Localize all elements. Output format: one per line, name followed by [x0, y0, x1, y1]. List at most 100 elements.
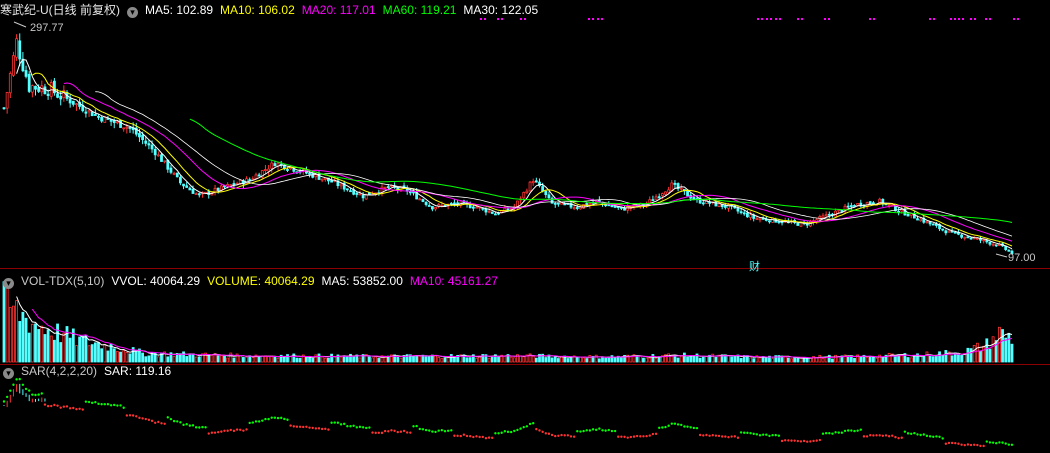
volume-bar: [906, 357, 910, 363]
volume-bar: [311, 357, 315, 363]
sar-dot: [431, 430, 434, 433]
candle: [610, 204, 614, 208]
sar-dot: [547, 432, 551, 435]
candle: [484, 208, 488, 213]
candle: [308, 172, 311, 175]
volume-bar: [241, 357, 245, 363]
volume-bar: [972, 345, 976, 363]
volume-bar: [330, 353, 334, 363]
sar-dot: [629, 435, 633, 439]
candle: [777, 221, 781, 223]
candle: [919, 218, 923, 222]
chevron-down-icon[interactable]: ▾: [3, 368, 14, 379]
volume-bar: [579, 356, 582, 363]
candle: [742, 212, 746, 215]
high-price-label: 297.77: [30, 22, 64, 34]
ma5-value: MA5: 102.89: [145, 3, 214, 17]
sar-dot: [72, 406, 75, 410]
sar-dot: [415, 424, 418, 428]
candle: [345, 188, 349, 191]
sar-dot: [623, 435, 626, 439]
sar-dot: [601, 429, 604, 432]
volume-bar: [93, 342, 97, 363]
sar-dot: [100, 403, 103, 406]
candle: [34, 85, 37, 90]
sar-dot: [475, 435, 478, 438]
sar-dot: [891, 434, 894, 437]
volume-bar: [475, 357, 478, 363]
sar-dot: [995, 442, 998, 445]
volume-bar: [27, 332, 31, 363]
sar-dot: [610, 429, 614, 433]
stock-chart[interactable]: 297.77 97.00 财: [0, 0, 1050, 453]
volume-bar: [314, 354, 318, 363]
sar-dot: [188, 424, 192, 427]
candle: [557, 202, 560, 205]
volume-bar: [327, 357, 330, 363]
volume-bar: [264, 355, 267, 363]
volume-bar: [667, 353, 671, 363]
sar-dot: [138, 416, 141, 420]
sar-dot: [116, 404, 119, 407]
volume-bar: [53, 339, 56, 363]
sar-dot: [172, 419, 176, 423]
sar-dot: [544, 432, 547, 435]
candle: [30, 85, 34, 93]
volume-bar: [739, 358, 743, 363]
volume-bar: [276, 357, 280, 363]
volume-bar: [449, 354, 453, 363]
candle: [553, 202, 557, 205]
sar-dot: [24, 387, 28, 391]
sar-dot: [443, 430, 447, 433]
sar-dot: [916, 433, 919, 436]
candle: [434, 206, 437, 210]
sar-panel[interactable]: [2, 377, 1014, 448]
sar-dot: [998, 441, 1001, 444]
ma60-value: MA60: 119.21: [382, 3, 457, 17]
sar-dot: [777, 434, 781, 437]
sar-dot: [821, 432, 825, 435]
sar-dot: [28, 389, 31, 392]
volume-bar: [282, 356, 286, 363]
signal-marker: [933, 18, 935, 20]
sar-dot: [595, 428, 598, 432]
volume-bar: [975, 342, 979, 363]
volume-bar: [846, 356, 850, 363]
candle: [572, 207, 576, 210]
volume-bar: [960, 355, 963, 363]
sar-dot: [862, 435, 866, 438]
chevron-down-icon[interactable]: ▾: [3, 278, 14, 289]
candle: [654, 196, 658, 200]
volume-bar: [191, 353, 195, 363]
signal-marker: [757, 18, 759, 20]
ma20-line: [63, 82, 1013, 242]
sar-dot: [302, 425, 305, 429]
sar-dot: [910, 432, 913, 436]
candle: [982, 239, 986, 242]
volume-bar: [512, 357, 516, 363]
volume-bar: [979, 350, 982, 363]
volume-bar: [503, 355, 507, 363]
candle: [931, 223, 935, 226]
sar-dot: [131, 414, 135, 417]
sar-dot: [802, 439, 806, 443]
sar-dot: [812, 439, 815, 443]
candle: [421, 199, 425, 202]
sar-dot: [689, 426, 692, 429]
sar-dot: [613, 429, 617, 433]
chevron-down-icon[interactable]: ▾: [127, 7, 138, 18]
candle: [311, 172, 315, 178]
candle: [257, 174, 261, 177]
candle: [138, 133, 141, 138]
sar-dot: [928, 435, 932, 438]
sar-dot: [418, 427, 421, 431]
candle: [746, 212, 749, 218]
sar-dot: [390, 429, 393, 432]
volume-bar: [226, 357, 230, 363]
sar-dot: [450, 429, 453, 432]
volume-panel[interactable]: [2, 281, 1014, 363]
volume-bar: [308, 357, 311, 363]
volume-bar: [342, 355, 346, 363]
candle: [575, 207, 579, 209]
price-panel[interactable]: [2, 18, 1019, 258]
